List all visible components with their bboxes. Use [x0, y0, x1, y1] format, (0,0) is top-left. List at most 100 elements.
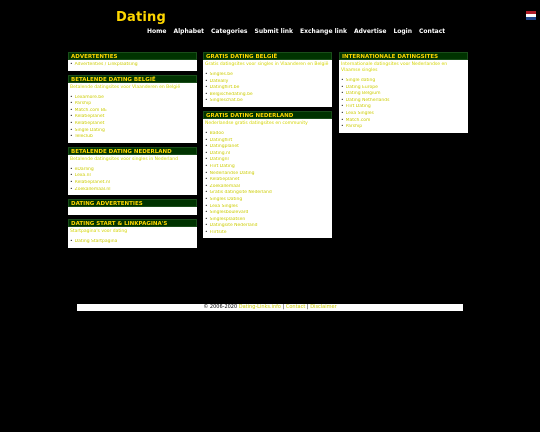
link-list-item[interactable]: • Match.com [341, 118, 466, 125]
link-label[interactable]: Match.com [346, 118, 371, 123]
category-title[interactable]: GRATIS DATING NEDERLAND [203, 110, 332, 119]
dutch-flag-icon[interactable] [526, 11, 536, 20]
link-list-item[interactable]: • Lexa.nl [70, 173, 195, 180]
link-label[interactable]: Datingsite Nederland [210, 223, 258, 228]
link-label[interactable]: Lexa Singles [210, 204, 238, 209]
category-title[interactable]: BETALENDE DATING BELGIË [68, 74, 197, 83]
footer-link-disclaimer[interactable]: Disclaimer [310, 304, 336, 310]
footer-link-site[interactable]: Dating-Links.info [239, 304, 281, 310]
link-list-item[interactable]: • Singles.be [205, 72, 330, 79]
link-list-item[interactable]: • Parship [341, 124, 466, 131]
category-title[interactable]: BETALENDE DATING NEDERLAND [68, 146, 197, 155]
link-list-item[interactable]: • Lexa Singles [341, 111, 466, 118]
link-list-item[interactable]: • Relatieplanet.nl [70, 180, 195, 187]
link-label[interactable]: Flirt Dating [210, 164, 235, 169]
link-label[interactable]: Flirtsite [210, 230, 227, 235]
link-list-item[interactable]: • Singles Dating [205, 197, 330, 204]
link-label[interactable]: Teleclub [75, 134, 93, 139]
link-list-item[interactable]: • Lexa Singles [205, 204, 330, 211]
link-list-item[interactable]: • Zoekallemaal [205, 184, 330, 191]
link-label[interactable]: Dating Netherlands [346, 98, 390, 103]
link-list-item[interactable]: • Teleclub [70, 134, 195, 141]
link-label[interactable]: Parship [346, 124, 362, 129]
link-list-item[interactable]: • Flirtsite [205, 230, 330, 237]
link-list-item[interactable]: • Zoekallemaal.nl [70, 187, 195, 194]
category-title[interactable]: DATING ADVERTENTIES [68, 199, 197, 208]
link-list-item[interactable]: • Datingsite Nederland [205, 223, 330, 230]
link-label[interactable]: eDarling [75, 167, 94, 172]
link-label[interactable]: Datingnl [210, 157, 229, 162]
link-label[interactable]: Belgischedating.be [210, 92, 253, 97]
link-list-item[interactable]: • eDarling [70, 167, 195, 174]
link-label[interactable]: Lexamore.be [75, 95, 104, 100]
category-title[interactable]: INTERNATIONALE DATINGSITES [339, 52, 468, 60]
link-label[interactable]: Zoekallemaal.nl [75, 187, 111, 192]
link-list-item[interactable]: • Dating Startpagina [70, 239, 195, 246]
link-list-item[interactable]: • Dateally [205, 79, 330, 86]
nav-advertise[interactable]: Advertise [354, 28, 386, 35]
category-title[interactable]: GRATIS DATING BELGIË [203, 52, 332, 60]
link-list-item[interactable]: • Flirt Dating [341, 104, 466, 111]
category-title[interactable]: ADVERTENTIES [68, 52, 197, 60]
link-label[interactable]: Singles.be [210, 72, 233, 77]
link-label[interactable]: Dating Startpagina [75, 239, 118, 244]
link-list-item[interactable]: • Nederlandse Dating [205, 171, 330, 178]
link-list-item[interactable]: • Datingflirt.be [205, 85, 330, 92]
link-label[interactable]: Dating Belgium [346, 91, 381, 96]
nav-home[interactable]: Home [147, 28, 166, 35]
link-label[interactable]: Zoekallemaal [210, 184, 240, 189]
link-list-item[interactable]: • Parship [70, 101, 195, 108]
link-label[interactable]: Advertenties / Linkplaatsing [75, 62, 138, 67]
link-label[interactable]: Lexa Singles [346, 111, 374, 116]
nav-exchange-link[interactable]: Exchange link [300, 28, 347, 35]
link-list-item[interactable]: • Singlesboulevard [205, 210, 330, 217]
link-label[interactable]: Flirt Dating [346, 104, 371, 109]
link-list-item[interactable]: • Datingnl [205, 157, 330, 164]
link-list-item[interactable]: • Dating Belgium [341, 91, 466, 98]
link-list-item[interactable]: • Singlesplaatsen [205, 217, 330, 224]
link-list-item[interactable]: • Datingflirt [205, 138, 330, 145]
link-label[interactable]: Singles Dating [210, 197, 243, 202]
link-label[interactable]: Match.com BE [75, 108, 107, 113]
link-label[interactable]: Gratis datingsite Nederland [210, 190, 272, 195]
link-label[interactable]: Datingflirt.be [210, 85, 240, 90]
link-label[interactable]: Parship [75, 101, 91, 106]
category-title[interactable]: DATING START & LINKPAGINA'S [68, 219, 197, 228]
link-label[interactable]: Singlesplaatsen [210, 217, 246, 222]
link-list-item[interactable]: • Datingplanet [205, 144, 330, 151]
link-list-item[interactable]: • Advertenties / Linkplaatsing [70, 62, 195, 69]
link-label[interactable]: Relatieplanet [75, 114, 105, 119]
link-label[interactable]: Dateally [210, 79, 229, 84]
link-list-item[interactable]: • Lexamore.be [70, 95, 195, 102]
link-list-item[interactable]: • Belgischedating.be [205, 92, 330, 99]
link-list-item[interactable]: • Dating Europe [341, 85, 466, 92]
footer-link-contact[interactable]: Contact [286, 304, 305, 310]
link-list-item[interactable]: • Dating.nl [205, 151, 330, 158]
link-label[interactable]: Dating Europe [346, 85, 378, 90]
link-label[interactable]: Badoo [210, 131, 224, 136]
link-list-item[interactable]: • Single dating [341, 78, 466, 85]
link-label[interactable]: Singlesboulevard [210, 210, 249, 215]
link-label[interactable]: Datingplanet [210, 144, 239, 149]
link-list-item[interactable]: • Flirt Dating [205, 164, 330, 171]
link-label[interactable]: Dating.nl [210, 151, 230, 156]
link-list-item[interactable]: • Match.com BE [70, 108, 195, 115]
link-list-item[interactable]: • Badoo [205, 131, 330, 138]
link-label[interactable]: Datingflirt [210, 138, 233, 143]
site-logo[interactable]: Dating [116, 10, 166, 25]
link-list-item[interactable]: • Single Dating [70, 128, 195, 135]
link-list-item[interactable]: • Relatieplanet [70, 121, 195, 128]
nav-contact[interactable]: Contact [419, 28, 445, 35]
link-label[interactable]: Relatieplanet [75, 121, 105, 126]
link-label[interactable]: Relatieplanet.nl [75, 180, 110, 185]
link-list-item[interactable]: • Relatieplanet [205, 177, 330, 184]
link-label[interactable]: Nederlandse Dating [210, 171, 255, 176]
link-label[interactable]: Singleschat.be [210, 98, 243, 103]
link-list-item[interactable]: • Relatieplanet [70, 114, 195, 121]
nav-alphabet[interactable]: Alphabet [173, 28, 204, 35]
link-label[interactable]: Single Dating [75, 128, 105, 133]
link-list-item[interactable]: • Dating Netherlands [341, 98, 466, 105]
link-list-item[interactable]: • Singleschat.be [205, 98, 330, 105]
nav-submit-link[interactable]: Submit link [255, 28, 294, 35]
nav-login[interactable]: Login [393, 28, 412, 35]
